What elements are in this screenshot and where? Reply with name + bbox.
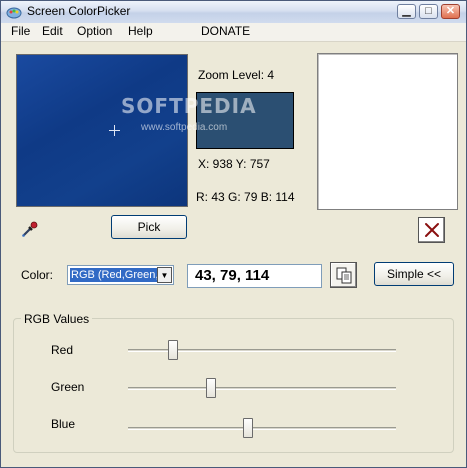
green-label: Green	[51, 380, 85, 394]
copy-icon	[336, 267, 351, 283]
delete-x-icon	[424, 223, 439, 237]
blue-slider-thumb[interactable]	[242, 418, 253, 438]
minimize-icon: ▁	[402, 5, 411, 17]
close-icon: ✕	[445, 5, 456, 17]
maximize-button[interactable]: □	[419, 4, 438, 19]
simple-mode-button[interactable]: Simple <<	[374, 262, 454, 286]
maximize-icon: □	[425, 5, 432, 17]
watermark-url: www.softpedia.com	[141, 122, 228, 133]
title-bar[interactable]: Screen ColorPicker ▁ □ ✕	[1, 1, 466, 24]
color-value-field[interactable]: 43, 79, 114	[187, 264, 322, 288]
blue-slider-track[interactable]	[128, 427, 396, 430]
rgb-readout-text: R: 43 G: 79 B: 114	[196, 190, 295, 204]
minimize-button[interactable]: ▁	[397, 4, 416, 19]
green-slider-track[interactable]	[128, 387, 396, 390]
coordinates-text: X: 938 Y: 757	[198, 157, 270, 171]
green-slider-thumb[interactable]	[206, 378, 217, 398]
red-label: Red	[51, 343, 74, 357]
rgb-values-legend: RGB Values	[21, 312, 93, 326]
chevron-down-icon[interactable]: ▼	[157, 267, 172, 283]
saved-colors-panel[interactable]	[317, 53, 458, 210]
color-format-label: Color:	[21, 268, 54, 282]
color-picker-app-icon	[6, 7, 22, 19]
watermark-logo: SOFTPEDIA	[121, 94, 257, 118]
menu-bar: File Edit Option Help DONATE	[1, 23, 466, 42]
menu-donate[interactable]: DONATE	[201, 24, 250, 38]
pick-button[interactable]: Pick	[111, 215, 187, 239]
menu-option[interactable]: Option	[77, 24, 112, 38]
crosshair-icon	[109, 125, 120, 136]
menu-edit[interactable]: Edit	[42, 24, 63, 38]
copy-button[interactable]	[330, 262, 357, 288]
blue-label: Blue	[51, 417, 76, 431]
delete-color-button[interactable]	[418, 217, 445, 243]
window-title: Screen ColorPicker	[27, 4, 131, 18]
eyedropper-icon[interactable]	[21, 220, 39, 238]
red-slider-thumb[interactable]	[168, 340, 179, 360]
zoom-level-text: Zoom Level: 4	[198, 68, 275, 82]
menu-file[interactable]: File	[11, 24, 30, 38]
color-format-select[interactable]: RGB (Red,Green,Blue) ▼	[67, 265, 174, 285]
menu-help[interactable]: Help	[128, 24, 153, 38]
close-button[interactable]: ✕	[441, 4, 460, 19]
color-format-selected: RGB (Red,Green,Blue)	[70, 268, 157, 282]
screen-colorpicker-window: Screen ColorPicker ▁ □ ✕ File Edit Optio…	[0, 0, 467, 468]
